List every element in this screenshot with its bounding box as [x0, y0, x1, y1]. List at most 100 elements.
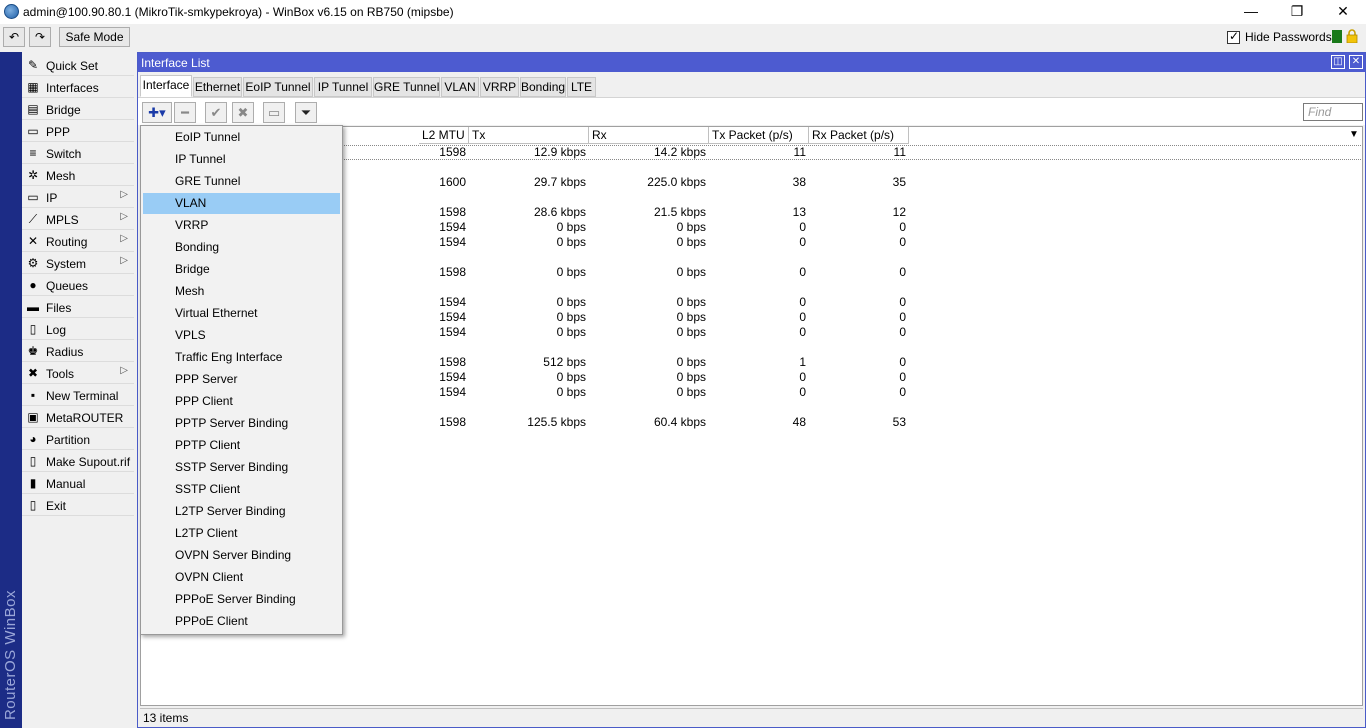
add-interface-menu: EoIP Tunnel IP Tunnel GRE Tunnel VLAN VRRP Bo…: [140, 125, 343, 635]
column-menu-icon[interactable]: ▼: [1345, 127, 1362, 144]
cell-rx: 14.2 kbps: [653, 145, 706, 159]
menu-item-ovpn-server-binding[interactable]: OVPN Server Binding: [143, 545, 340, 566]
cell-rx: 225.0 kbps: [647, 175, 706, 189]
cell-rxp: 0: [899, 220, 906, 234]
sidebar-item-label: Routing: [46, 235, 88, 249]
hide-passwords-checkbox[interactable]: [1227, 29, 1240, 44]
window-restore-button[interactable]: ◫: [1331, 55, 1345, 69]
column-header[interactable]: Tx: [469, 127, 589, 144]
menu-item-gre-tunnel[interactable]: GRE Tunnel: [143, 171, 340, 192]
manual-icon: ▮: [29, 476, 37, 490]
ppp-icon: ▭: [27, 124, 39, 138]
sidebar-item-metarouter[interactable]: ▣ MetaROUTER: [22, 406, 134, 428]
tab-bonding[interactable]: Bonding: [520, 77, 566, 97]
cell-rxp: 53: [892, 415, 906, 429]
sidebar-item-radius[interactable]: ♚ Radius: [22, 340, 134, 362]
sidebar-item-new-terminal[interactable]: ▪ New Terminal: [22, 384, 134, 406]
menu-item-vlan[interactable]: VLAN: [143, 193, 340, 214]
tab-interface[interactable]: Interface: [140, 75, 192, 97]
window-close-button[interactable]: ✕: [1349, 55, 1363, 69]
menu-item-pptp-server-binding[interactable]: PPTP Server Binding: [143, 413, 340, 434]
add-dropdown-button[interactable]: ✚▾: [142, 102, 172, 123]
menu-item-ip-tunnel[interactable]: IP Tunnel: [143, 149, 340, 170]
menu-item-traffic-eng-interface[interactable]: Traffic Eng Interface: [143, 347, 340, 368]
enable-button[interactable]: ✔: [205, 102, 227, 123]
menu-item-ppp-client[interactable]: PPP Client: [143, 391, 340, 412]
tab-gre-tunnel[interactable]: GRE Tunnel: [373, 77, 440, 97]
filter-button[interactable]: ⏷: [295, 102, 317, 123]
sidebar-item-label: Files: [46, 301, 72, 315]
hide-passwords-toggle[interactable]: Hide Passwords: [1227, 29, 1332, 45]
cell-rx: 0 bps: [676, 220, 706, 234]
sidebar-item-exit[interactable]: ▯ Exit: [22, 494, 134, 516]
hide-passwords-label: Hide Passwords: [1245, 30, 1332, 44]
sidebar-item-queues[interactable]: ● Queues: [22, 274, 134, 296]
sidebar-item-routing[interactable]: ✕ Routing ▷: [22, 230, 134, 252]
redo-button[interactable]: ↷: [29, 27, 51, 47]
menu-item-l2tp-client[interactable]: L2TP Client: [143, 523, 340, 544]
sidebar-item-mpls[interactable]: ⟋ MPLS ▷: [22, 208, 134, 230]
menu-item-sstp-server-binding[interactable]: SSTP Server Binding: [143, 457, 340, 478]
submenu-arrow-icon: ▷: [120, 211, 128, 222]
sidebar-item-system[interactable]: ⚙ System ▷: [22, 252, 134, 274]
sidebar-item-log[interactable]: ▯ Log: [22, 318, 134, 340]
menu-item-pptp-client[interactable]: PPTP Client: [143, 435, 340, 456]
tab-vlan[interactable]: VLAN: [441, 77, 479, 97]
sidebar-item-manual[interactable]: ▮ Manual: [22, 472, 134, 494]
cell-rx: 0 bps: [676, 265, 706, 279]
safe-mode-button[interactable]: Safe Mode: [59, 27, 130, 47]
sidebar-item-files[interactable]: ▬ Files: [22, 296, 134, 318]
sidebar-item-label: Quick Set: [46, 59, 99, 73]
sidebar-item-switch[interactable]: ≡ Switch: [22, 142, 134, 164]
menu-item-vpls[interactable]: VPLS: [143, 325, 340, 346]
menu-item-pppoe-server-binding[interactable]: PPPoE Server Binding: [143, 589, 340, 610]
column-header[interactable]: Rx Packet (p/s): [809, 127, 909, 144]
sidebar-item-make-supout-rif[interactable]: ▯ Make Supout.rif: [22, 450, 134, 472]
menu-item-bridge[interactable]: Bridge: [143, 259, 340, 280]
tab-ethernet[interactable]: Ethernet: [193, 77, 242, 97]
comment-button[interactable]: ▭: [263, 102, 285, 123]
tab-vrrp[interactable]: VRRP: [480, 77, 519, 97]
menu-item-virtual-ethernet[interactable]: Virtual Ethernet: [143, 303, 340, 324]
cell-rxp: 0: [899, 370, 906, 384]
sidebar-item-mesh[interactable]: ✲ Mesh: [22, 164, 134, 186]
submenu-arrow-icon: ▷: [120, 189, 128, 200]
sidebar-item-partition[interactable]: ◕ Partition: [22, 428, 134, 450]
sidebar-item-ppp[interactable]: ▭ PPP: [22, 120, 134, 142]
menu-item-mesh[interactable]: Mesh: [143, 281, 340, 302]
maximize-button[interactable]: ❐: [1274, 0, 1320, 24]
sidebar-item-tools[interactable]: ✖ Tools ▷: [22, 362, 134, 384]
sidebar-item-interfaces[interactable]: ▦ Interfaces: [22, 76, 134, 98]
sidebar-item-ip[interactable]: ▭ IP ▷: [22, 186, 134, 208]
interface-list-titlebar[interactable]: Interface List ◫ ✕: [138, 53, 1365, 72]
close-button[interactable]: ✕: [1320, 0, 1366, 24]
sidebar-item-label: PPP: [46, 125, 71, 139]
menu-item-l2tp-server-binding[interactable]: L2TP Server Binding: [143, 501, 340, 522]
menu-item-ovpn-client[interactable]: OVPN Client: [143, 567, 340, 588]
disable-button[interactable]: ✖: [232, 102, 254, 123]
menu-item-pppoe-client[interactable]: PPPoE Client: [143, 611, 340, 632]
menu-item-bonding[interactable]: Bonding: [143, 237, 340, 258]
column-header[interactable]: Rx: [589, 127, 709, 144]
undo-button[interactable]: ↶: [3, 27, 25, 47]
tab-lte[interactable]: LTE: [567, 77, 596, 97]
remove-button[interactable]: ━: [174, 102, 196, 123]
menu-item-ppp-server[interactable]: PPP Server: [143, 369, 340, 390]
find-input[interactable]: Find: [1303, 103, 1363, 121]
menu-item-sstp-client[interactable]: SSTP Client: [143, 479, 340, 500]
tab-ip-tunnel[interactable]: IP Tunnel: [314, 77, 372, 97]
column-header[interactable]: L2 MTU: [419, 127, 469, 144]
sidebar-item-label: MPLS: [46, 213, 79, 227]
menu-item-eoip-tunnel[interactable]: EoIP Tunnel: [143, 127, 340, 148]
sidebar-item-quick-set[interactable]: ✎ Quick Set: [22, 54, 134, 76]
menu-item-vrrp[interactable]: VRRP: [143, 215, 340, 236]
minimize-button[interactable]: —: [1228, 0, 1274, 24]
cell-rx: 0 bps: [676, 370, 706, 384]
cell-rxp: 0: [899, 235, 906, 249]
tab-eoip-tunnel[interactable]: EoIP Tunnel: [243, 77, 313, 97]
cell-rxp: 0: [899, 310, 906, 324]
cell-rxp: 0: [899, 295, 906, 309]
column-header[interactable]: Tx Packet (p/s): [709, 127, 809, 144]
sidebar-item-label: IP: [46, 191, 58, 205]
sidebar-item-bridge[interactable]: ▤ Bridge: [22, 98, 134, 120]
